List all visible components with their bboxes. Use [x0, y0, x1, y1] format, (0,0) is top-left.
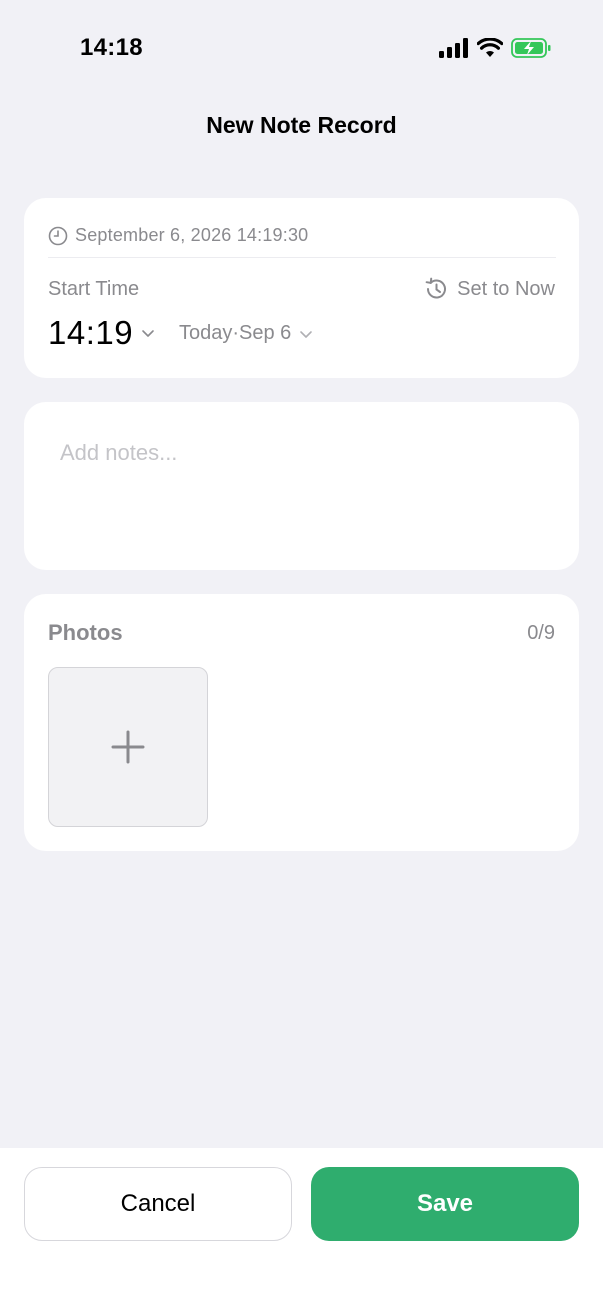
- page-title: New Note Record: [206, 112, 397, 138]
- status-time: 14:18: [80, 34, 143, 61]
- time-card: September 6, 2026 14:19:30 Start Time Se…: [24, 198, 579, 378]
- cancel-button[interactable]: Cancel: [24, 1167, 292, 1241]
- start-time-label: Start Time: [48, 278, 140, 300]
- chevron-down-icon: [300, 330, 313, 338]
- time-picker[interactable]: 14:19: [48, 314, 155, 352]
- status-icons: [439, 38, 551, 58]
- history-icon: [425, 277, 447, 299]
- plus-icon: [111, 730, 145, 764]
- add-photo-button[interactable]: [48, 667, 208, 827]
- date-picker[interactable]: Today·Sep 6: [179, 322, 313, 345]
- notes-input[interactable]: [60, 440, 550, 540]
- set-to-now-label: Set to Now: [457, 277, 555, 300]
- set-to-now-button[interactable]: Set to Now: [423, 276, 555, 302]
- save-button[interactable]: Save: [311, 1167, 579, 1241]
- photos-card: Photos 0/9: [24, 594, 579, 851]
- recorded-at-text: September 6, 2026 14:19:30: [75, 225, 309, 245]
- recorded-at-row: September 6, 2026 14:19:30: [48, 220, 556, 258]
- photos-title: Photos: [48, 620, 123, 645]
- wifi-icon: [477, 38, 503, 57]
- battery-charging-icon: [511, 38, 551, 58]
- chevron-down-icon: [142, 330, 154, 337]
- notes-card: [24, 402, 579, 570]
- bottom-action-bar: Cancel Save: [0, 1148, 603, 1311]
- photos-count: 0/9: [527, 622, 555, 644]
- time-value: 14:19: [48, 314, 134, 351]
- clock-icon: [48, 226, 68, 245]
- signal-icon: [439, 38, 468, 58]
- status-bar: 14:18: [0, 0, 603, 96]
- new-note-screen: 14:18 New Note Record September 6, 2026 …: [0, 0, 603, 1311]
- date-value: Today·Sep 6: [179, 322, 292, 344]
